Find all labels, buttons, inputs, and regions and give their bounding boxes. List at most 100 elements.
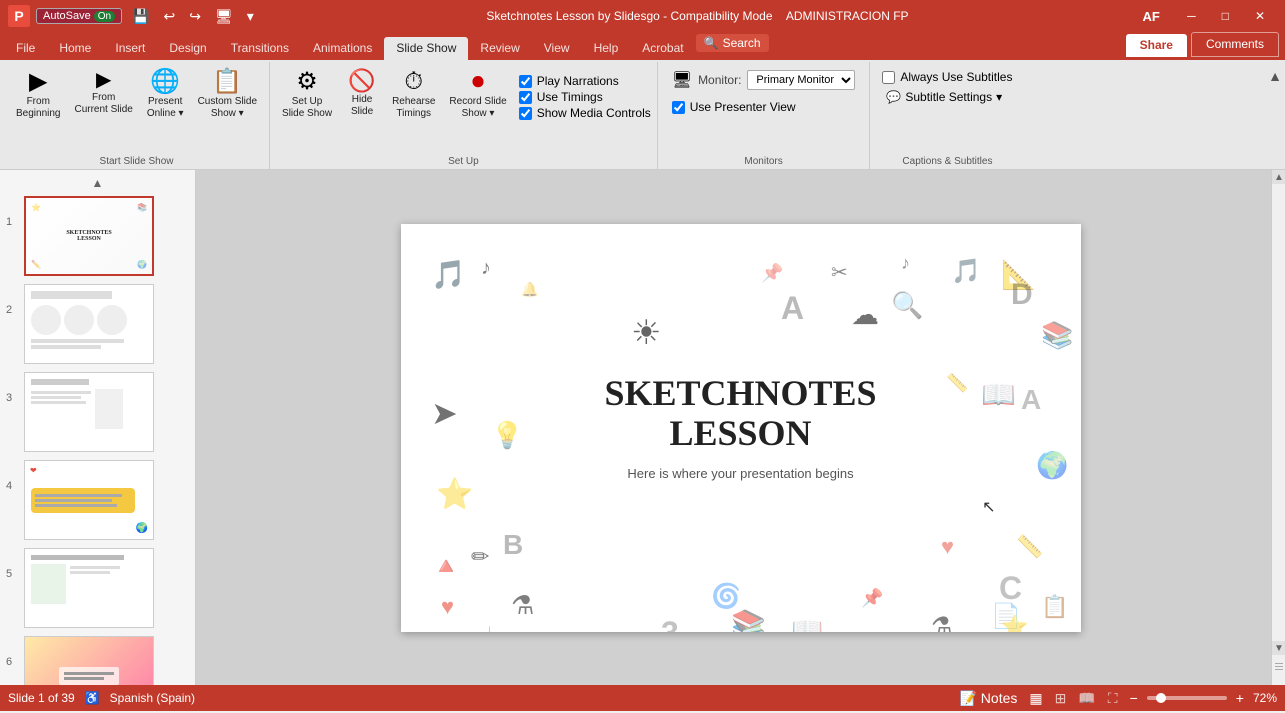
scroll-up-arrow[interactable]: ▲ bbox=[1272, 170, 1285, 184]
tab-file[interactable]: File bbox=[4, 37, 47, 60]
title-bar-right: AF ─ □ ✕ bbox=[1137, 2, 1277, 30]
slide-number-1: 1 bbox=[6, 196, 18, 228]
ribbon-group-setup-content: ⚙ Set UpSlide Show 🚫 HideSlide ⏱ Rehears… bbox=[276, 66, 651, 151]
undo-button[interactable]: ↩ bbox=[159, 6, 179, 27]
play-narrations-label: Play Narrations bbox=[537, 74, 619, 88]
reading-view-button[interactable]: 📖 bbox=[1075, 690, 1098, 707]
use-timings-label: Use Timings bbox=[537, 90, 603, 104]
zoom-out-button[interactable]: − bbox=[1127, 690, 1141, 706]
always-use-subtitles-checkbox[interactable]: Always Use Subtitles bbox=[882, 70, 1012, 84]
tab-design[interactable]: Design bbox=[157, 37, 218, 60]
use-timings-input[interactable] bbox=[519, 91, 532, 104]
notes-label: Notes bbox=[981, 690, 1018, 706]
comments-button[interactable]: Comments bbox=[1191, 32, 1279, 57]
captions-content: Always Use Subtitles 💬 Subtitle Settings… bbox=[876, 66, 1018, 151]
search-box[interactable]: 🔍 Search bbox=[696, 34, 769, 52]
autosave-label: AutoSave bbox=[43, 10, 91, 22]
tab-insert[interactable]: Insert bbox=[103, 37, 157, 60]
use-timings-checkbox[interactable]: Use Timings bbox=[519, 90, 651, 104]
vertical-scrollbar[interactable]: ▲ ▼ bbox=[1271, 170, 1285, 685]
accessibility-icon: ♿ bbox=[85, 691, 100, 705]
rehearse-timings-button[interactable]: ⏱ RehearseTimings bbox=[386, 66, 441, 124]
slide-item-1[interactable]: 1 SKETCHNOTESLESSON ⭐ 📚 ✏️ 🌍 bbox=[0, 192, 195, 280]
title-bar-left: P AutoSave On 💾 ↩ ↪ 🖥 ▾ bbox=[8, 5, 258, 27]
close-button[interactable]: ✕ bbox=[1243, 5, 1277, 27]
present-online-button[interactable]: 🌐 PresentOnline ▾ bbox=[141, 66, 190, 124]
ribbon-group-start-slideshow: ▶ FromBeginning ▶ FromCurrent Slide 🌐 Pr… bbox=[4, 62, 270, 169]
slide-number-3: 3 bbox=[6, 372, 18, 404]
always-use-subtitles-input[interactable] bbox=[882, 71, 895, 84]
presentation-button[interactable]: 🖥 bbox=[211, 6, 237, 27]
slide-thumb-1: SKETCHNOTESLESSON ⭐ 📚 ✏️ 🌍 bbox=[24, 196, 154, 276]
slide-sorter-icon: ⊞ bbox=[1055, 690, 1067, 706]
play-narrations-checkbox[interactable]: Play Narrations bbox=[519, 74, 651, 88]
play-current-icon: ▶ bbox=[96, 70, 111, 90]
custom-slide-show-button[interactable]: 📋 Custom SlideShow ▾ bbox=[192, 66, 263, 124]
tab-animations[interactable]: Animations bbox=[301, 37, 384, 60]
slide-item-5[interactable]: 5 bbox=[0, 544, 195, 632]
slide-item-2[interactable]: 2 bbox=[0, 280, 195, 368]
slide-item-3[interactable]: 3 bbox=[0, 368, 195, 456]
tab-help[interactable]: Help bbox=[582, 37, 631, 60]
tab-transitions[interactable]: Transitions bbox=[219, 37, 301, 60]
redo-button[interactable]: ↪ bbox=[185, 6, 205, 27]
slide-sorter-button[interactable]: ⊞ bbox=[1052, 690, 1070, 707]
subtitle-settings-button[interactable]: 💬 Subtitle Settings ▾ bbox=[882, 88, 1012, 106]
tab-view[interactable]: View bbox=[532, 37, 582, 60]
share-button[interactable]: Share bbox=[1126, 34, 1187, 57]
show-media-controls-checkbox[interactable]: Show Media Controls bbox=[519, 106, 651, 120]
notes-icon: 📝 bbox=[959, 690, 976, 706]
slide-item-6[interactable]: 6 bbox=[0, 632, 195, 685]
app-icon: P bbox=[8, 5, 30, 27]
zoom-slider[interactable] bbox=[1147, 696, 1227, 700]
scroll-down-arrow[interactable]: ▼ bbox=[1272, 641, 1285, 655]
ribbon-collapse-button[interactable]: ▲ bbox=[1265, 64, 1285, 88]
normal-view-button[interactable]: ▦ bbox=[1026, 690, 1045, 707]
minimize-button[interactable]: ─ bbox=[1175, 5, 1208, 27]
restore-button[interactable]: □ bbox=[1210, 5, 1241, 27]
zoom-in-button[interactable]: + bbox=[1233, 690, 1247, 706]
qat-dropdown[interactable]: ▾ bbox=[243, 6, 258, 27]
title-bar: P AutoSave On 💾 ↩ ↪ 🖥 ▾ Sketchnotes Less… bbox=[0, 0, 1285, 32]
slide-canvas: 🎵 ♪ 🔔 ➤ ⭐ 🔺 ✏ 💡 ♥ ⚗ ♩ ♪ 📐 📚 bbox=[401, 224, 1081, 632]
presenter-view-input[interactable] bbox=[672, 101, 685, 114]
slide-show-button[interactable]: ⛶ bbox=[1105, 690, 1121, 707]
autosave-toggle[interactable]: AutoSave On bbox=[36, 8, 122, 24]
from-current-slide-button[interactable]: ▶ FromCurrent Slide bbox=[68, 66, 138, 120]
status-left: Slide 1 of 39 ♿ Spanish (Spain) bbox=[8, 691, 195, 705]
subtitle-settings-label: Subtitle Settings bbox=[905, 90, 992, 104]
presenter-view-checkbox[interactable]: Use Presenter View bbox=[672, 100, 856, 114]
slide-info: Slide 1 of 39 bbox=[8, 691, 75, 705]
slide-title: SKETCHNOTES LESSON bbox=[604, 374, 876, 453]
normal-view-icon: ▦ bbox=[1029, 690, 1042, 706]
monitor-dropdown[interactable]: Primary Monitor bbox=[747, 70, 855, 90]
from-beginning-button[interactable]: ▶ FromBeginning bbox=[10, 66, 66, 124]
user-avatar[interactable]: AF bbox=[1137, 2, 1165, 30]
tab-acrobat[interactable]: Acrobat bbox=[630, 37, 695, 60]
slide-number-4: 4 bbox=[6, 460, 18, 492]
hide-slide-label: HideSlide bbox=[351, 94, 373, 118]
monitors-group-label: Monitors bbox=[664, 153, 864, 167]
tab-home[interactable]: Home bbox=[47, 37, 103, 60]
record-slideshow-button[interactable]: ⏺ Record SlideShow ▾ bbox=[443, 66, 512, 124]
main-area: ▲ 1 SKETCHNOTESLESSON ⭐ 📚 ✏️ 🌍 2 bbox=[0, 170, 1285, 685]
notes-button[interactable]: 📝 Notes bbox=[956, 690, 1020, 707]
play-narrations-input[interactable] bbox=[519, 75, 532, 88]
record-label: Record SlideShow ▾ bbox=[449, 96, 506, 120]
slide-thumb-3 bbox=[24, 372, 154, 452]
save-button[interactable]: 💾 bbox=[128, 6, 153, 27]
hide-slide-button[interactable]: 🚫 HideSlide bbox=[340, 66, 384, 122]
setup-group-label: Set Up bbox=[276, 153, 651, 167]
tab-review[interactable]: Review bbox=[468, 37, 531, 60]
captions-group-label: Captions & Subtitles bbox=[876, 153, 1018, 167]
slide-thumb-5 bbox=[24, 548, 154, 628]
slide-item-4[interactable]: 4 🌍 ❤ bbox=[0, 456, 195, 544]
show-media-controls-input[interactable] bbox=[519, 107, 532, 120]
tab-slide-show[interactable]: Slide Show bbox=[384, 37, 468, 60]
slide-number-6: 6 bbox=[6, 636, 18, 668]
search-icon: 🔍 bbox=[704, 36, 719, 50]
show-media-controls-label: Show Media Controls bbox=[537, 106, 651, 120]
set-up-slideshow-button[interactable]: ⚙ Set UpSlide Show bbox=[276, 66, 338, 124]
setup-checkboxes: Play Narrations Use Timings Show Media C… bbox=[519, 66, 651, 120]
panel-scroll-up[interactable]: ▲ bbox=[0, 174, 195, 192]
